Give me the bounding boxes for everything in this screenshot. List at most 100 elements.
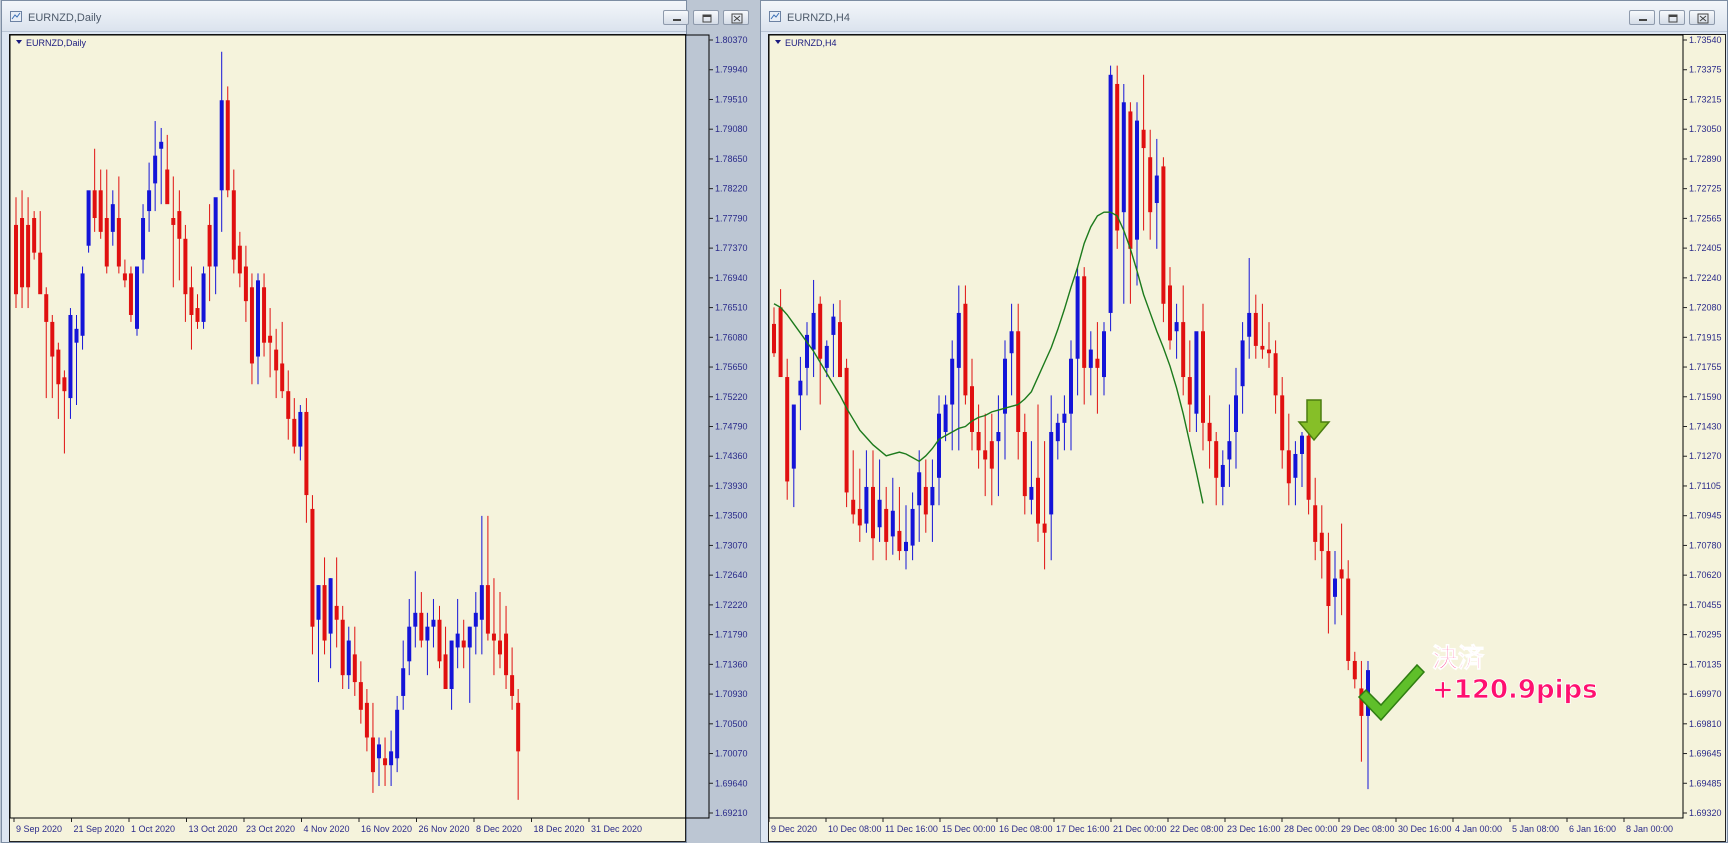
y-tick-label: 1.76940 (715, 273, 748, 283)
candle-body (50, 321, 55, 357)
candle-body (104, 218, 109, 267)
candle-body (419, 612, 424, 641)
candle-body (1214, 441, 1219, 478)
candle-body (20, 218, 25, 288)
candle-body (249, 287, 254, 364)
candle-body (811, 312, 816, 350)
candle-body (1253, 312, 1258, 346)
candle-body (473, 612, 478, 627)
chart-window-h4[interactable]: EURNZD,H4 EURNZD,H4 1.73540 1.73375 1.73215… (760, 0, 1728, 843)
x-tick-label: 26 Nov 2020 (419, 824, 470, 834)
candle-body (1069, 358, 1073, 414)
candle-body (1247, 312, 1252, 337)
candle-body (983, 450, 988, 460)
candle-body (1181, 322, 1186, 378)
chart-window-daily[interactable]: EURNZD,Daily EURNZD,Daily 1.80370 1.79940 1… (1, 0, 749, 843)
candle-body (1319, 532, 1324, 552)
y-tick-label: 1.75220 (715, 392, 748, 402)
candle-body (141, 218, 146, 260)
chart-window-icon (769, 11, 781, 22)
y-tick-label: 1.70295 (1689, 630, 1722, 640)
candle-body (1121, 102, 1126, 213)
minimize-button[interactable] (663, 10, 689, 25)
candle-body (395, 709, 400, 759)
candle-body (44, 294, 49, 322)
candle-body (262, 287, 267, 343)
candle-body (153, 155, 158, 184)
y-tick-label: 1.73375 (1689, 65, 1722, 75)
candle-body (56, 349, 61, 385)
y-tick-label: 1.74360 (715, 451, 748, 461)
candle-body (1220, 464, 1225, 487)
candle-body (413, 612, 418, 627)
candle-body (177, 211, 182, 239)
candle-body (950, 358, 955, 405)
y-tick-label: 1.71105 (1689, 481, 1721, 491)
restore-button[interactable] (693, 10, 719, 25)
candle-body (334, 605, 339, 620)
y-tick-label: 1.71915 (1689, 332, 1722, 342)
x-tick-label: 4 Jan 00:00 (1455, 824, 1502, 834)
x-tick-label: 11 Dec 16:00 (885, 824, 938, 834)
candle-body (389, 751, 394, 766)
candle-body (1055, 422, 1060, 442)
candle-body (467, 626, 472, 648)
y-tick-label: 1.72890 (1689, 154, 1722, 164)
x-tick-label: 4 Nov 2020 (304, 824, 350, 834)
candle-body (128, 273, 133, 315)
candle-body (461, 640, 466, 648)
window-titlebar[interactable]: EURNZD,Daily (2, 1, 749, 32)
candle-body (504, 633, 509, 676)
x-tick-label: 8 Jan 00:00 (1626, 824, 1673, 834)
candle-body (243, 266, 248, 302)
candle-body (122, 273, 127, 281)
candle-body (857, 508, 862, 526)
chart-window-icon (10, 11, 22, 22)
candle-body (1042, 523, 1047, 533)
chart-plot-area[interactable]: EURNZD,Daily 1.80370 1.79940 1.79510 1.79080… (9, 34, 748, 842)
window-titlebar[interactable]: EURNZD,H4 (761, 1, 1727, 32)
window-title: EURNZD,H4 (787, 12, 850, 24)
y-tick-label: 1.73930 (715, 481, 748, 491)
candle-body (1075, 276, 1080, 359)
candle-body (989, 441, 994, 469)
y-tick-label: 1.69810 (1689, 719, 1722, 729)
candle-body (1003, 358, 1007, 414)
restore-button[interactable] (1659, 10, 1685, 25)
y-tick-label: 1.71270 (1689, 451, 1722, 461)
candle-body (838, 322, 842, 378)
candle-body (370, 737, 375, 773)
candle-body (298, 411, 303, 447)
close-button[interactable] (1689, 10, 1715, 25)
candle-body (231, 190, 236, 260)
candle-body (491, 633, 496, 641)
y-tick-label: 1.71430 (1689, 422, 1722, 432)
candle-body (1267, 349, 1271, 354)
x-tick-label: 8 Dec 2020 (476, 824, 522, 834)
candle-body (310, 508, 315, 627)
restore-icon (1668, 14, 1678, 23)
candle-body (1240, 340, 1245, 387)
close-button[interactable] (723, 10, 749, 25)
candle-body (195, 308, 200, 322)
candle-body (970, 386, 974, 432)
candle-body (516, 702, 521, 752)
candle-body (1346, 578, 1351, 661)
chart-symbol-label: EURNZD,Daily (26, 38, 87, 48)
y-tick-label: 1.69320 (1689, 808, 1722, 818)
x-tick-label: 30 Dec 16:00 (1398, 824, 1452, 834)
candlestick-chart-h4: EURNZD,H4 1.73540 1.73375 1.73215 1.73050 1.7… (768, 34, 1722, 834)
candle-body (32, 218, 37, 253)
candle-body (189, 287, 194, 315)
candle-body (352, 654, 357, 683)
candle-body (778, 307, 783, 378)
restore-icon (702, 14, 712, 23)
chart-plot-area[interactable]: EURNZD,H4 1.73540 1.73375 1.73215 1.73050 1.7… (768, 34, 1726, 842)
candle-body (98, 190, 103, 232)
candle-body (1201, 331, 1205, 423)
y-tick-label: 1.75650 (715, 362, 748, 372)
candle-body (286, 391, 291, 419)
candle-body (1148, 157, 1153, 213)
x-tick-label: 31 Dec 2020 (591, 824, 642, 834)
minimize-button[interactable] (1629, 10, 1655, 25)
